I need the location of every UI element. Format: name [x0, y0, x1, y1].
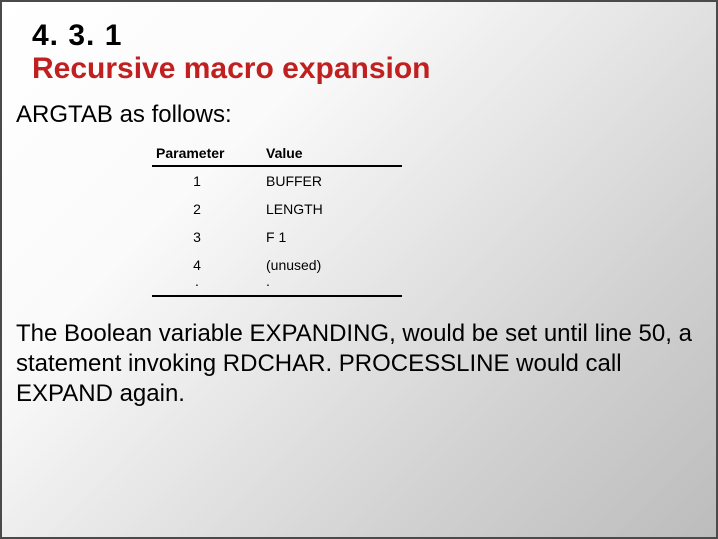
col-header-parameter: Parameter [152, 143, 262, 166]
cell-param: 2 [152, 195, 262, 223]
cell-value: F 1 [262, 223, 402, 251]
table-bottom-rule [152, 295, 402, 296]
cell-value-4: (unused) [266, 257, 321, 273]
table-row: 2 LENGTH [152, 195, 402, 223]
col-header-value: Value [262, 143, 402, 166]
cell-param: 3 [152, 223, 262, 251]
cell-param-4: 4 [193, 257, 201, 273]
section-number: 4. 3. 1 [32, 20, 686, 52]
table-row: 1 BUFFER [152, 166, 402, 195]
slide: 4. 3. 1 Recursive macro expansion ARGTAB… [0, 0, 718, 539]
cell-value: (unused) . [262, 251, 402, 295]
cell-param: 1 [152, 166, 262, 195]
cell-value: BUFFER [262, 166, 402, 195]
title-block: 4. 3. 1 Recursive macro expansion [2, 2, 716, 91]
lead-text: ARGTAB as follows: [2, 91, 716, 137]
cell-param-dot: . [195, 273, 199, 289]
cell-value: LENGTH [262, 195, 402, 223]
argtab-table: Parameter Value 1 BUFFER 2 LENGTH 3 F 1 … [152, 143, 402, 297]
section-title: Recursive macro expansion [32, 52, 686, 85]
table-row: 4 . (unused) . [152, 251, 402, 295]
body-paragraph: The Boolean variable EXPANDING, would be… [2, 305, 716, 409]
table-header-row: Parameter Value [152, 143, 402, 166]
table-row: 3 F 1 [152, 223, 402, 251]
cell-param: 4 . [152, 251, 262, 295]
cell-value-dot: . [266, 273, 270, 289]
